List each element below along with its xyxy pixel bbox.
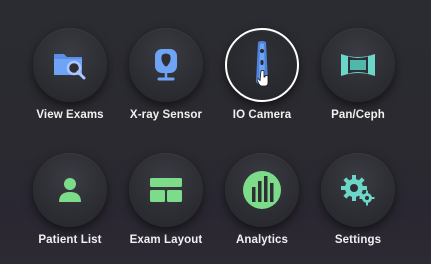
app-launcher-grid: View Exams X-ray Sensor IO Camera Pan/Ce…: [0, 0, 431, 264]
settings-label: Settings: [334, 234, 382, 246]
tile-pan-ceph[interactable]: Pan/Ceph: [310, 28, 406, 138]
panoramic-icon: [339, 52, 377, 78]
tile-view-exams[interactable]: View Exams: [22, 28, 118, 138]
layout-grid-icon: [149, 177, 183, 203]
xray-sensor-label: X-ray Sensor: [129, 109, 203, 121]
bar-chart-icon: [242, 170, 282, 210]
analytics-button[interactable]: [225, 153, 299, 227]
settings-button[interactable]: [321, 153, 395, 227]
gear-settings-icon: [340, 173, 376, 207]
io-camera-label: IO Camera: [232, 109, 292, 121]
pan-ceph-label: Pan/Ceph: [331, 109, 385, 121]
analytics-label: Analytics: [235, 234, 289, 246]
patient-list-button[interactable]: [33, 153, 107, 227]
person-icon: [56, 176, 84, 204]
xray-sensor-button[interactable]: [129, 28, 203, 102]
patient-list-label: Patient List: [38, 234, 102, 246]
tile-exam-layout[interactable]: Exam Layout: [118, 153, 214, 263]
hand-cursor-icon: [256, 70, 271, 91]
tile-analytics[interactable]: Analytics: [214, 153, 310, 263]
exam-layout-label: Exam Layout: [129, 234, 203, 246]
view-exams-button[interactable]: [33, 28, 107, 102]
tile-xray-sensor[interactable]: X-ray Sensor: [118, 28, 214, 138]
folder-search-icon: [52, 50, 88, 80]
tile-patient-list[interactable]: Patient List: [22, 153, 118, 263]
pan-ceph-button[interactable]: [321, 28, 395, 102]
exam-layout-button[interactable]: [129, 153, 203, 227]
io-camera-button[interactable]: [225, 28, 299, 102]
view-exams-label: View Exams: [36, 109, 104, 121]
xray-sensor-icon: [151, 47, 181, 83]
tile-settings[interactable]: Settings: [310, 153, 406, 263]
tile-io-camera[interactable]: IO Camera: [214, 28, 310, 138]
